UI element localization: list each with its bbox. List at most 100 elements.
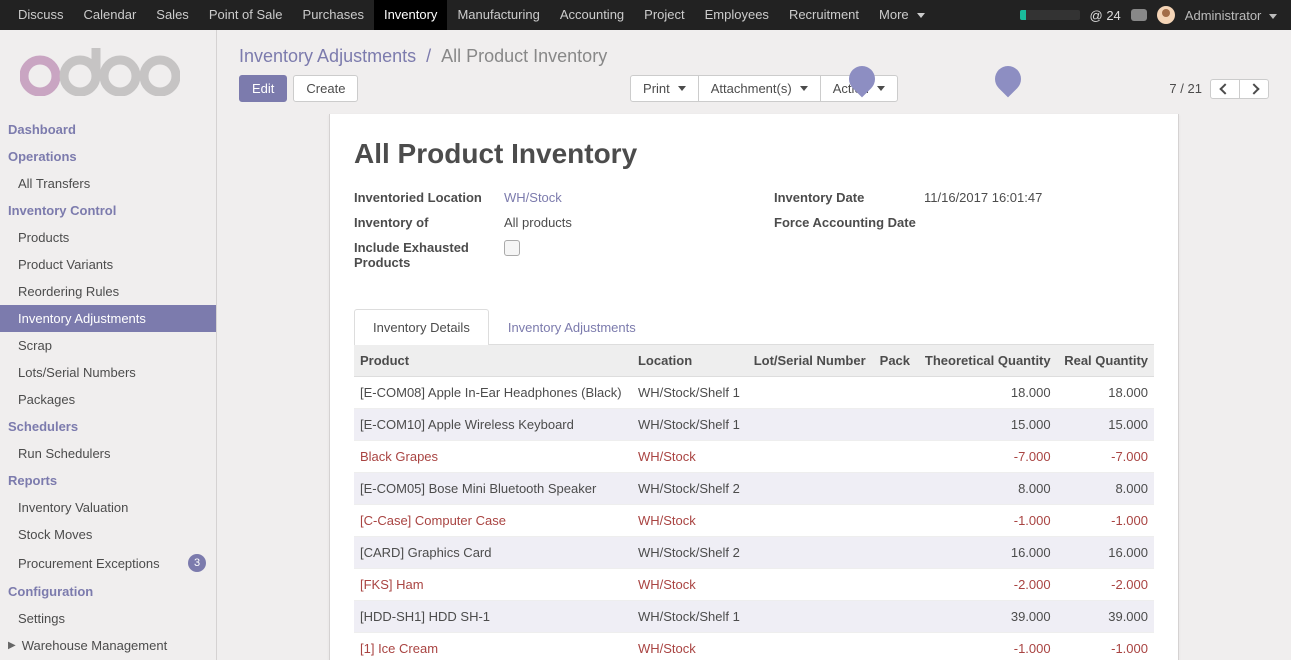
sidebar-section-operations[interactable]: Operations [0, 143, 216, 170]
sidebar-item-label: Reordering Rules [18, 284, 119, 299]
sidebar-item-product-variants[interactable]: Product Variants [0, 251, 216, 278]
sidebar-item-packages[interactable]: Packages [0, 386, 216, 413]
pager-position: 7 / 21 [1169, 81, 1202, 96]
sidebar-section-schedulers[interactable]: Schedulers [0, 413, 216, 440]
sidebar-item-stock-moves[interactable]: Stock Moves [0, 521, 216, 548]
topnav-item-inventory[interactable]: Inventory [374, 0, 447, 30]
sidebar-section-configuration[interactable]: Configuration [0, 578, 216, 605]
sidebar-item-label: Scrap [18, 338, 52, 353]
breadcrumb-link[interactable]: Inventory Adjustments [239, 46, 416, 67]
table-row[interactable]: [1] Ice CreamWH/Stock-1.000-1.000 [354, 633, 1154, 660]
sidebar-item-scrap[interactable]: Scrap [0, 332, 216, 359]
sidebar-item-all-transfers[interactable]: All Transfers [0, 170, 216, 197]
sidebar-item-label: Settings [18, 611, 65, 626]
cell: [E-COM10] Apple Wireless Keyboard [354, 409, 632, 441]
edit-button[interactable]: Edit [239, 75, 287, 102]
sidebar-item-run-schedulers[interactable]: Run Schedulers [0, 440, 216, 467]
stage-indicators [849, 66, 1021, 92]
sidebar-section-dashboard[interactable]: Dashboard [0, 116, 216, 143]
breadcrumb: Inventory Adjustments / All Product Inve… [217, 30, 1291, 75]
cell [748, 409, 874, 441]
sidebar-item-inventory-valuation[interactable]: Inventory Valuation [0, 494, 216, 521]
cell [874, 569, 917, 601]
sidebar-item-inventory-adjustments[interactable]: Inventory Adjustments [0, 305, 216, 332]
sidebar-section-reports[interactable]: Reports [0, 467, 216, 494]
tab-inventory-details[interactable]: Inventory Details [354, 309, 489, 345]
sidebar-item-lots-serial-numbers[interactable]: Lots/Serial Numbers [0, 359, 216, 386]
table-row[interactable]: [E-COM10] Apple Wireless KeyboardWH/Stoc… [354, 409, 1154, 441]
value-location[interactable]: WH/Stock [504, 190, 734, 205]
table-row[interactable]: Black GrapesWH/Stock-7.000-7.000 [354, 441, 1154, 473]
table-row[interactable]: [FKS] HamWH/Stock-2.000-2.000 [354, 569, 1154, 601]
pager-next-button[interactable] [1239, 79, 1269, 99]
chat-icon[interactable] [1131, 9, 1147, 21]
label-inventory-of: Inventory of [354, 215, 504, 230]
table-row[interactable]: [CARD] Graphics CardWH/Stock/Shelf 216.0… [354, 537, 1154, 569]
label-include-exhausted: Include Exhausted Products [354, 240, 504, 270]
topnav-item-purchases[interactable]: Purchases [293, 0, 374, 30]
cell: 8.000 [1057, 473, 1154, 505]
sidebar-section-inventory-control[interactable]: Inventory Control [0, 197, 216, 224]
cell: -1.000 [1057, 633, 1154, 660]
attachments-button[interactable]: Attachment(s) [698, 75, 821, 102]
cell [748, 569, 874, 601]
table-row[interactable]: [HDD-SH1] HDD SH-1WH/Stock/Shelf 139.000… [354, 601, 1154, 633]
tab-inventory-adjustments[interactable]: Inventory Adjustments [489, 309, 655, 345]
include-exhausted-checkbox[interactable] [504, 240, 520, 256]
topnav-item-accounting[interactable]: Accounting [550, 0, 634, 30]
topnav-item-discuss[interactable]: Discuss [8, 0, 74, 30]
cell: -7.000 [1057, 441, 1154, 473]
sidebar-item-reordering-rules[interactable]: Reordering Rules [0, 278, 216, 305]
print-button[interactable]: Print [630, 75, 699, 102]
topnav-item-project[interactable]: Project [634, 0, 694, 30]
messaging-count[interactable]: @ 24 [1090, 8, 1121, 23]
sidebar-item-label: Procurement Exceptions [18, 556, 160, 571]
caret-down-icon [678, 86, 686, 91]
col-theoretical-quantity[interactable]: Theoretical Quantity [917, 345, 1057, 377]
label-location: Inventoried Location [354, 190, 504, 205]
cell: WH/Stock [632, 633, 748, 660]
cell: 16.000 [1057, 537, 1154, 569]
topnav-item-employees[interactable]: Employees [695, 0, 779, 30]
sidebar-item-label: Inventory Adjustments [18, 311, 146, 326]
col-real-quantity[interactable]: Real Quantity [1057, 345, 1154, 377]
topnav-item-manufacturing[interactable]: Manufacturing [447, 0, 549, 30]
table-row[interactable]: [C-Case] Computer CaseWH/Stock-1.000-1.0… [354, 505, 1154, 537]
cell: 8.000 [917, 473, 1057, 505]
col-pack[interactable]: Pack [874, 345, 917, 377]
table-row[interactable]: [E-COM08] Apple In-Ear Headphones (Black… [354, 377, 1154, 409]
caret-down-icon [800, 86, 808, 91]
topnav-item-point-of-sale[interactable]: Point of Sale [199, 0, 293, 30]
sidebar-item-settings[interactable]: Settings [0, 605, 216, 632]
cell [748, 473, 874, 505]
cell [874, 505, 917, 537]
sidebar-item-products[interactable]: Products [0, 224, 216, 251]
col-location[interactable]: Location [632, 345, 748, 377]
pager-prev-button[interactable] [1210, 79, 1240, 99]
cell: 16.000 [917, 537, 1057, 569]
cell: [HDD-SH1] HDD SH-1 [354, 601, 632, 633]
drop-icon [844, 61, 881, 98]
badge-count: 3 [188, 554, 206, 572]
cell [874, 409, 917, 441]
cell: -7.000 [917, 441, 1057, 473]
table-row[interactable]: [E-COM05] Bose Mini Bluetooth SpeakerWH/… [354, 473, 1154, 505]
col-lot-serial-number[interactable]: Lot/Serial Number [748, 345, 874, 377]
topnav-item-recruitment[interactable]: Recruitment [779, 0, 869, 30]
logo [0, 40, 216, 116]
cell: -1.000 [1057, 505, 1154, 537]
sidebar-item-procurement-exceptions[interactable]: Procurement Exceptions 3 [0, 548, 216, 578]
sidebar-sub-warehouse[interactable]: ▶ Warehouse Management [0, 632, 216, 659]
topnav-item-sales[interactable]: Sales [146, 0, 199, 30]
create-button[interactable]: Create [293, 75, 358, 102]
cell [748, 601, 874, 633]
cell [874, 633, 917, 660]
user-menu[interactable]: Administrator [1185, 8, 1277, 23]
topnav-more[interactable]: More [869, 0, 935, 30]
cell: WH/Stock [632, 569, 748, 601]
cell: -2.000 [917, 569, 1057, 601]
sidebar-item-label: Products [18, 230, 69, 245]
col-product[interactable]: Product [354, 345, 632, 377]
topnav-item-calendar[interactable]: Calendar [74, 0, 147, 30]
avatar[interactable] [1157, 6, 1175, 24]
